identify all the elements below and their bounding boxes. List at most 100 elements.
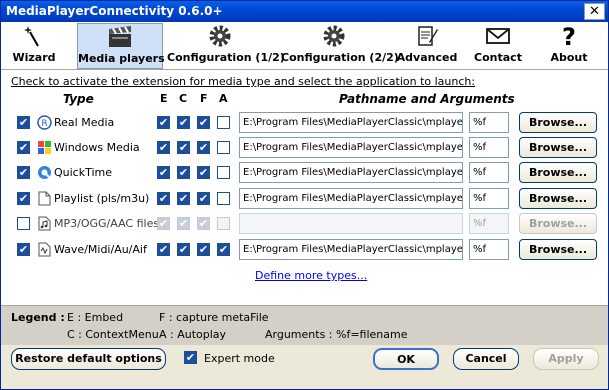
tab-media-players[interactable]: Media players xyxy=(77,23,165,69)
wand-icon xyxy=(22,24,46,51)
path-field[interactable]: E:\Program Files\MediaPlayerClassic\mpla… xyxy=(239,239,463,260)
browse-button[interactable]: Browse... xyxy=(519,188,597,209)
pathname-header: Pathname and Arguments xyxy=(339,92,515,106)
legend-autoplay: A : Autoplay xyxy=(159,328,227,341)
browse-button[interactable]: Browse... xyxy=(519,112,597,133)
metafile-checkbox[interactable]: ✔ xyxy=(197,141,210,154)
path-field[interactable]: E:\Program Files\MediaPlayerClassic\mpla… xyxy=(239,137,463,158)
tab-label: Media players xyxy=(78,52,165,65)
title-bar[interactable]: MediaPlayerConnectivity 0.6.0+ ✕ xyxy=(1,1,608,22)
tab-label: Configuration (2/2) xyxy=(281,51,399,64)
embed-checkbox[interactable]: ✔ xyxy=(157,116,170,129)
metafile-header: F xyxy=(200,92,208,105)
autoplay-header: A xyxy=(219,92,228,105)
metafile-checkbox[interactable]: ✔ xyxy=(197,217,210,230)
realmedia-icon: R xyxy=(37,115,52,130)
contextmenu-checkbox[interactable]: ✔ xyxy=(177,116,190,129)
browse-button[interactable]: Browse... xyxy=(519,162,597,183)
cancel-button[interactable]: Cancel xyxy=(453,348,519,370)
embed-checkbox[interactable]: ✔ xyxy=(157,217,170,230)
main-window: MediaPlayerConnectivity 0.6.0+ ✕ Wizard … xyxy=(0,0,609,390)
args-field[interactable]: %f xyxy=(469,239,509,260)
browse-button[interactable]: Browse... xyxy=(519,239,597,260)
bottom-bar: Restore default options ✔ Expert mode OK… xyxy=(1,345,608,389)
restore-defaults-button[interactable]: Restore default options xyxy=(11,348,166,370)
contextmenu-checkbox[interactable]: ✔ xyxy=(177,243,190,256)
tab-label: Advanced xyxy=(396,51,458,64)
enable-checkbox[interactable]: ✔ xyxy=(17,166,30,179)
tab-label: Contact xyxy=(474,51,522,64)
autoplay-checkbox[interactable] xyxy=(217,116,230,129)
tab-label: About xyxy=(550,51,588,64)
autoplay-checkbox[interactable] xyxy=(217,166,230,179)
close-button[interactable]: ✕ xyxy=(584,3,605,20)
legend-arguments: Arguments : %f=filename xyxy=(265,328,408,341)
contextmenu-checkbox[interactable]: ✔ xyxy=(177,217,190,230)
ok-button[interactable]: OK xyxy=(373,348,439,370)
embed-checkbox[interactable]: ✔ xyxy=(157,192,170,205)
media-type-row-windows-media: ✔ Windows Media ✔ ✔ ✔ E:\Program Files\M… xyxy=(1,137,608,161)
args-field[interactable]: %f xyxy=(469,162,509,183)
enable-checkbox[interactable]: ✔ xyxy=(17,116,30,129)
legend-title: Legend : xyxy=(11,311,65,324)
media-type-row-playlist: ✔ Playlist (pls/m3u) ✔ ✔ ✔ E:\Program Fi… xyxy=(1,188,608,212)
tab-configuration-1[interactable]: Configuration (1/2) xyxy=(167,23,285,69)
window-title: MediaPlayerConnectivity 0.6.0+ xyxy=(6,4,223,18)
enable-checkbox[interactable]: ✔ xyxy=(17,141,30,154)
browse-button[interactable]: Browse... xyxy=(519,137,597,158)
metafile-checkbox[interactable]: ✔ xyxy=(197,166,210,179)
contextmenu-checkbox[interactable]: ✔ xyxy=(177,141,190,154)
metafile-checkbox[interactable]: ✔ xyxy=(197,116,210,129)
media-type-row-quicktime: ✔ QuickTime ✔ ✔ ✔ E:\Program Files\Media… xyxy=(1,162,608,186)
media-types-panel: Check to activate the extension for medi… xyxy=(1,70,608,305)
browse-button[interactable]: Browse... xyxy=(519,213,597,234)
embed-header: E xyxy=(160,92,168,105)
metafile-checkbox[interactable]: ✔ xyxy=(197,192,210,205)
path-field[interactable] xyxy=(239,213,463,234)
path-field[interactable]: E:\Program Files\MediaPlayerClassic\mpla… xyxy=(239,112,463,133)
autoplay-checkbox[interactable] xyxy=(217,141,230,154)
document-icon xyxy=(37,191,52,206)
tab-wizard[interactable]: Wizard xyxy=(5,23,63,69)
args-field[interactable]: %f xyxy=(469,137,509,158)
define-more-types-link[interactable]: Define more types... xyxy=(255,269,367,282)
tab-configuration-2[interactable]: Configuration (2/2) xyxy=(281,23,399,69)
tab-contact[interactable]: Contact xyxy=(469,23,527,69)
contextmenu-checkbox[interactable]: ✔ xyxy=(177,166,190,179)
autoplay-checkbox[interactable] xyxy=(217,217,230,230)
media-type-name: MP3/OGG/AAC files xyxy=(54,217,160,230)
question-icon: ? xyxy=(562,23,576,51)
embed-checkbox[interactable]: ✔ xyxy=(157,166,170,179)
quicktime-icon xyxy=(37,165,52,180)
media-type-name: Real Media xyxy=(54,116,115,129)
path-field[interactable]: E:\Program Files\MediaPlayerClassic\mpla… xyxy=(239,162,463,183)
embed-checkbox[interactable]: ✔ xyxy=(157,141,170,154)
apply-button[interactable]: Apply xyxy=(533,348,599,370)
tab-about[interactable]: ? About xyxy=(541,23,597,69)
enable-checkbox[interactable]: ✔ xyxy=(17,243,30,256)
legend-metafile: F : capture metaFile xyxy=(159,311,269,324)
args-field[interactable]: %f xyxy=(469,112,509,133)
metafile-checkbox[interactable]: ✔ xyxy=(197,243,210,256)
args-field[interactable]: %f xyxy=(469,213,509,234)
embed-checkbox[interactable]: ✔ xyxy=(157,243,170,256)
expert-mode-checkbox[interactable]: ✔ xyxy=(184,351,197,364)
path-field[interactable]: E:\Program Files\MediaPlayerClassic\mpla… xyxy=(239,188,463,209)
media-type-name: QuickTime xyxy=(54,166,113,179)
contextmenu-checkbox[interactable]: ✔ xyxy=(177,192,190,205)
tab-label: Wizard xyxy=(12,51,56,64)
toolbar: Wizard Media players Configuration (1/2)… xyxy=(1,22,608,70)
enable-checkbox[interactable]: ✔ xyxy=(17,192,30,205)
media-type-name: Windows Media xyxy=(54,141,140,154)
autoplay-checkbox[interactable] xyxy=(217,192,230,205)
instruction-text: Check to activate the extension for medi… xyxy=(11,75,476,88)
tab-advanced[interactable]: Advanced xyxy=(395,23,459,69)
enable-checkbox[interactable] xyxy=(17,217,30,230)
autoplay-checkbox[interactable]: ✔ xyxy=(217,243,230,256)
legend-embed: E : Embed xyxy=(67,311,124,324)
gear-icon xyxy=(207,23,233,52)
media-type-name: Playlist (pls/m3u) xyxy=(54,192,150,205)
legend-panel: Legend : E : Embed F : capture metaFile … xyxy=(1,305,608,345)
audio-file-icon xyxy=(37,216,52,231)
args-field[interactable]: %f xyxy=(469,188,509,209)
